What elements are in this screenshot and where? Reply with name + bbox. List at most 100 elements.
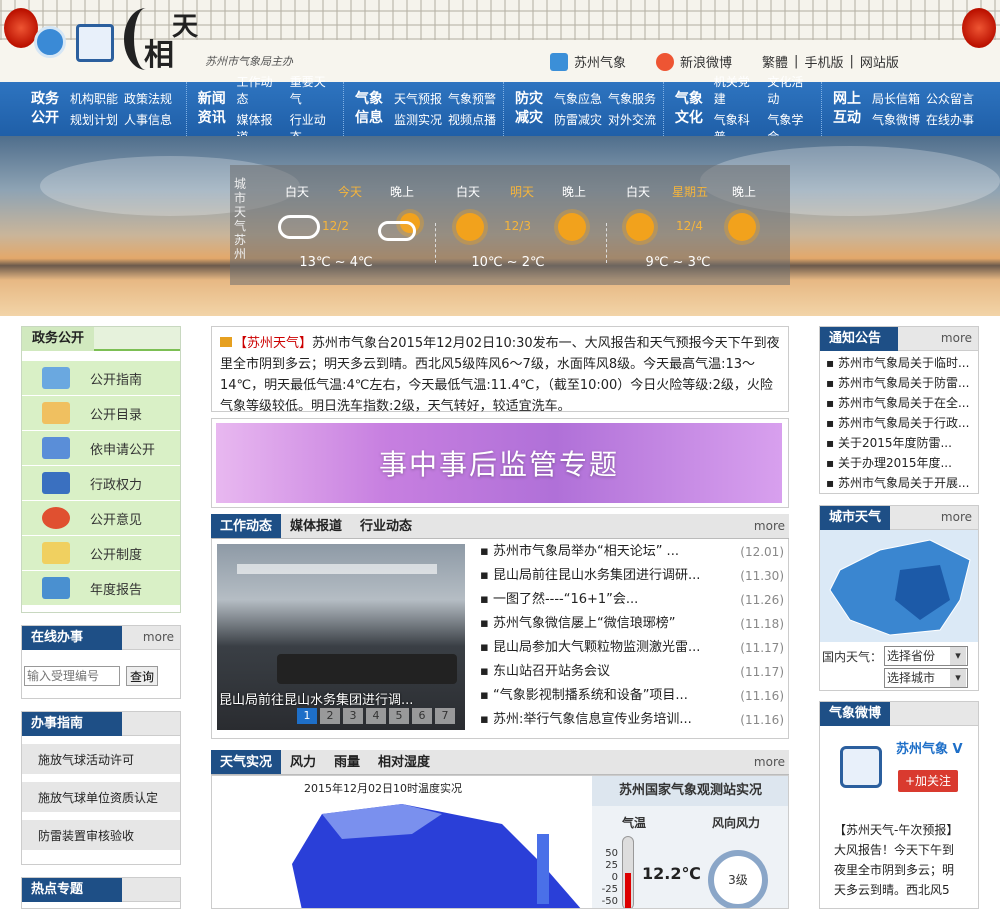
report-icon: [42, 577, 70, 599]
thermometer-scale: 50 25 0 -25 -50: [601, 848, 618, 907]
list-item[interactable]: ▪ 苏州:举行气象信息宣传业务培训... (11.16): [480, 708, 784, 732]
page-button[interactable]: 5: [389, 708, 409, 724]
nav-link[interactable]: 人事信息: [124, 111, 172, 128]
day-label: 白天: [456, 185, 481, 199]
nav-group-title[interactable]: 新闻 资讯: [193, 90, 230, 128]
city-select[interactable]: 选择城市: [884, 668, 968, 688]
gov-item-guide[interactable]: 公开指南: [22, 361, 180, 396]
gov-item-opinion[interactable]: 公开意见: [22, 501, 180, 536]
page-button[interactable]: 1: [297, 708, 317, 724]
day-label: 白天: [285, 185, 310, 199]
notice-tag[interactable]: 【苏州天气】: [234, 336, 312, 351]
nav-group-title[interactable]: 网上 互动: [828, 90, 866, 128]
more-link[interactable]: more: [941, 331, 972, 345]
page-button[interactable]: 7: [435, 708, 455, 724]
sitemap-link[interactable]: 网站版: [860, 52, 899, 71]
nav-group-title[interactable]: 气象 信息: [350, 90, 388, 128]
photo-caption[interactable]: 昆山局前往昆山水务集团进行调...: [219, 689, 413, 708]
gov-item-catalog[interactable]: 公开目录: [22, 396, 180, 431]
nav-link[interactable]: 机构职能: [70, 90, 118, 107]
domestic-weather-label: 国内天气：: [822, 649, 883, 664]
nav-link[interactable]: 重要天气: [290, 73, 337, 107]
nav-link[interactable]: 文化活动: [767, 73, 815, 107]
list-item[interactable]: ▪ 苏州市气象局关于行政...: [820, 413, 978, 433]
nav-link[interactable]: 局长信箱: [872, 90, 920, 107]
weibo-link[interactable]: 新浪微博: [680, 52, 732, 71]
nav-link[interactable]: 气象应急: [554, 90, 602, 107]
nav-link[interactable]: 在线办事: [926, 111, 974, 128]
traditional-link[interactable]: 繁體: [762, 52, 788, 71]
nav-link[interactable]: 规划计划: [70, 111, 118, 128]
list-item[interactable]: ▪ 苏州气象微信屡上“微信琅琊榜” (11.18): [480, 612, 784, 636]
list-item[interactable]: ▪ “气象影视制播系统和设备”项目... (11.16): [480, 684, 784, 708]
nav-link[interactable]: 监测实况: [394, 111, 442, 128]
nav-link[interactable]: 政策法规: [124, 90, 172, 107]
gov-item-system[interactable]: 公开制度: [22, 536, 180, 571]
nav-group-title[interactable]: 防灾 减灾: [510, 90, 548, 128]
nav-link[interactable]: 天气预报: [394, 90, 442, 107]
list-item[interactable]: ▪ 苏州市气象局关于临时...: [820, 353, 978, 373]
nav-group-title[interactable]: 气象 文化: [670, 90, 708, 128]
gov-item-report[interactable]: 年度报告: [22, 571, 180, 606]
tab-realtime[interactable]: 天气实况: [211, 750, 282, 774]
nav-link[interactable]: 对外交流: [608, 111, 656, 128]
list-item[interactable]: ▪ 关于2015年度防雷...: [820, 433, 978, 453]
tab-media[interactable]: 媒体报道: [281, 514, 351, 538]
list-item[interactable]: ▪ 东山站召开站务会议 (11.17): [480, 660, 784, 684]
cma-logo-icon[interactable]: [34, 26, 66, 58]
china-map[interactable]: [820, 530, 978, 642]
follow-button[interactable]: +加关注: [898, 770, 958, 792]
more-link[interactable]: more: [941, 510, 972, 524]
nav-link[interactable]: 防雷减灾: [554, 111, 602, 128]
nav-link[interactable]: 气象微博: [872, 111, 920, 128]
temp-value: 12.2℃: [642, 864, 701, 883]
more-link[interactable]: more: [143, 630, 174, 644]
gov-item-power[interactable]: 行政权力: [22, 466, 180, 501]
nav-group-title[interactable]: 政务 公开: [26, 90, 64, 128]
receipt-number-input[interactable]: [24, 666, 120, 686]
guide-icon: [42, 367, 70, 389]
page-button[interactable]: 2: [320, 708, 340, 724]
mobile-link[interactable]: 手机版: [804, 52, 843, 71]
nav-link[interactable]: 机关党建: [714, 73, 762, 107]
list-item[interactable]: ▪ 昆山局参加大气颗粒物监测激光雷... (11.17): [480, 636, 784, 660]
suzhou-logo-icon[interactable]: [76, 24, 114, 62]
list-item[interactable]: ▪ 苏州市气象局关于防雷...: [820, 373, 978, 393]
list-item[interactable]: ▪ 苏州市气象局举办“相天论坛” ... (12.01): [480, 540, 784, 564]
guide-item[interactable]: 施放气球单位资质认定: [22, 782, 180, 812]
nav-link[interactable]: 气象服务: [608, 90, 656, 107]
nav-link[interactable]: 气象预警: [448, 90, 496, 107]
tab-industry[interactable]: 行业动态: [351, 514, 421, 538]
weibo-name[interactable]: 苏州气象 V: [896, 738, 963, 757]
guide-item[interactable]: 防雷装置审核验收: [22, 820, 180, 850]
list-item[interactable]: ▪ 一图了然----“16+1”会... (11.26): [480, 588, 784, 612]
promo-banner[interactable]: 事中事后监管专题: [211, 418, 789, 508]
page-button[interactable]: 3: [343, 708, 363, 724]
province-select[interactable]: 选择省份: [884, 646, 969, 666]
query-button[interactable]: 查询: [126, 666, 158, 686]
tab-wind[interactable]: 风力: [281, 750, 325, 774]
wechat-link[interactable]: 苏州气象: [574, 52, 626, 71]
list-item[interactable]: ▪ 关于办理2015年度...: [820, 453, 978, 473]
nav-link[interactable]: 公众留言: [926, 90, 974, 107]
nav-group-gov: 政务 公开 机构职能 政策法规 规划计划 人事信息: [20, 82, 187, 136]
list-item[interactable]: ▪ 苏州市气象局关于在全...: [820, 393, 978, 413]
page-button[interactable]: 6: [412, 708, 432, 724]
list-item[interactable]: ▪ 苏州市气象局关于开展...: [820, 473, 978, 493]
nav-link[interactable]: 视频点播: [448, 111, 496, 128]
guide-item[interactable]: 施放气球活动许可: [22, 744, 180, 774]
news-photo[interactable]: 昆山局前往昆山水务集团进行调... 1 2 3 4 5 6 7: [217, 544, 465, 730]
weibo-avatar[interactable]: [840, 746, 882, 788]
nav-group-culture: 气象文化 机关党建文化活动气象科普气象学会: [664, 75, 822, 144]
list-item[interactable]: ▪ 昆山局前往昆山水务集团进行调研... (11.30): [480, 564, 784, 588]
more-link[interactable]: more: [754, 755, 785, 769]
nav-link[interactable]: 工作动态: [236, 73, 283, 107]
more-link[interactable]: more: [754, 519, 785, 533]
temperature-map[interactable]: [282, 794, 592, 909]
top-links: 苏州气象 新浪微博 繁體 | 手机版 | 网站版: [550, 52, 899, 71]
page-button[interactable]: 4: [366, 708, 386, 724]
gov-item-apply[interactable]: 依申请公开: [22, 431, 180, 466]
tab-humidity[interactable]: 相对湿度: [369, 750, 439, 774]
tab-rain[interactable]: 雨量: [325, 750, 369, 774]
tab-work-news[interactable]: 工作动态: [211, 514, 282, 538]
